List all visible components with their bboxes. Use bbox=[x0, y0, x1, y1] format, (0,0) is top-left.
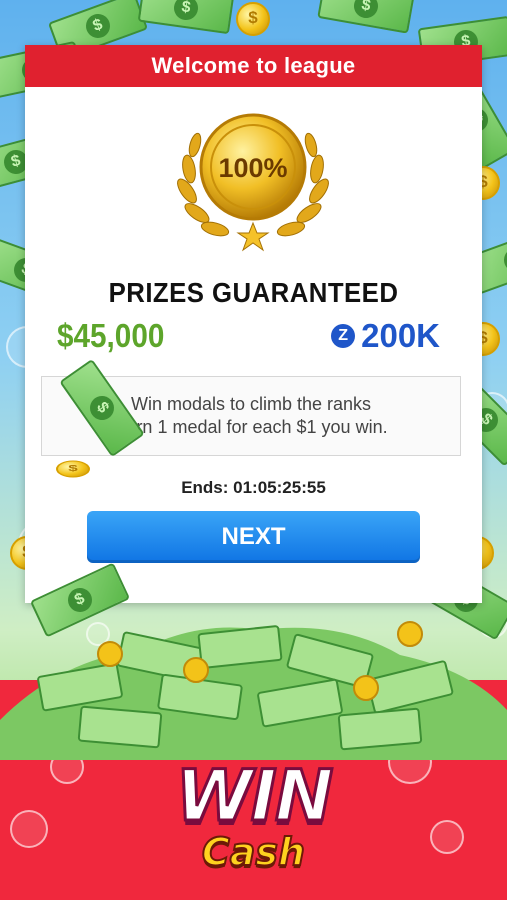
money-pile-decoration bbox=[0, 621, 507, 760]
coin-decoration bbox=[56, 460, 90, 478]
win-logo-text: WIN bbox=[174, 754, 335, 839]
cash-prize-amount: $45,000 bbox=[57, 317, 165, 354]
money-bill-decoration bbox=[137, 0, 235, 35]
modal-header: Welcome to league bbox=[25, 45, 482, 87]
cash-logo-text: Cash bbox=[201, 829, 306, 875]
z-token-icon: Z bbox=[331, 324, 356, 348]
league-welcome-modal: Welcome to league 100% PRIZES GUARANTEED… bbox=[25, 45, 482, 603]
gold-medal-icon: 100% bbox=[177, 113, 329, 252]
league-timer: Ends: 01:05:25:55 bbox=[181, 478, 326, 497]
token-prize-amount: 200K bbox=[361, 317, 440, 354]
prizes-title: PRIZES GUARANTEED bbox=[108, 277, 399, 308]
medal-percent-label: 100% bbox=[218, 153, 287, 183]
token-prize: Z 200K bbox=[331, 317, 440, 355]
money-bill-decoration bbox=[317, 0, 415, 34]
next-button[interactable]: NEXT bbox=[87, 511, 420, 563]
coin-decoration bbox=[236, 2, 270, 36]
